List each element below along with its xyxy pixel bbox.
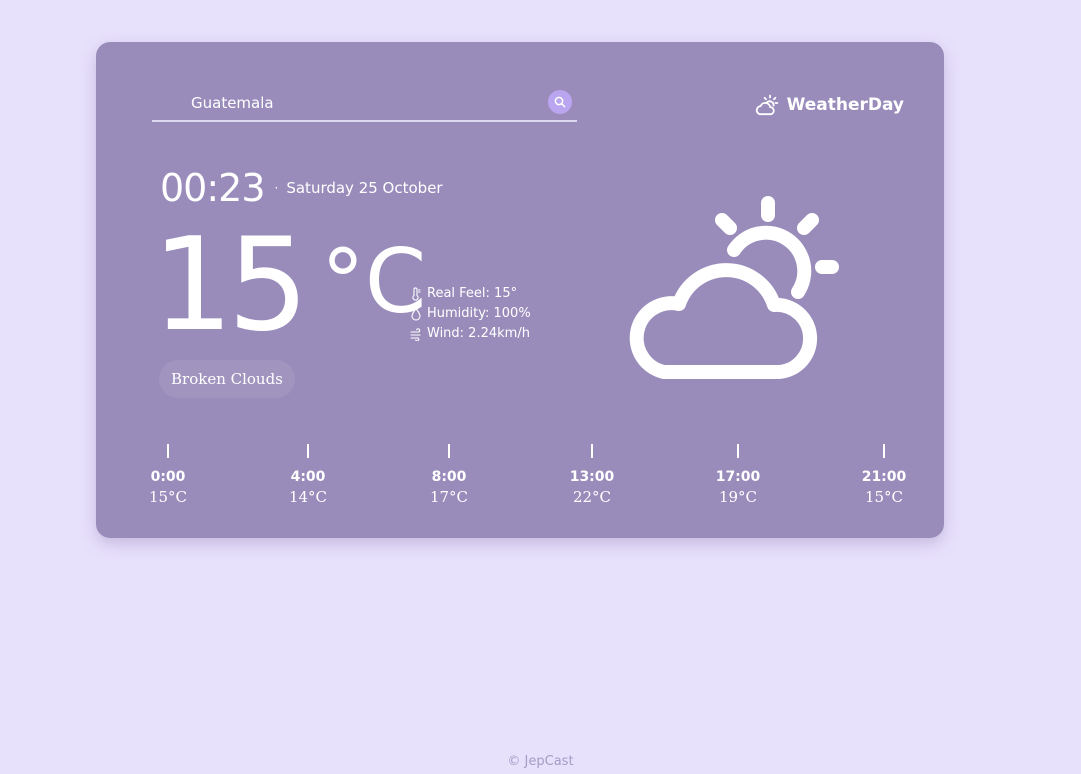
current-temperature: 15 °C bbox=[152, 222, 426, 352]
forecast-time: 21:00 bbox=[861, 469, 907, 485]
partly-cloudy-icon bbox=[629, 196, 839, 379]
forecast-item: 8:00 17°C bbox=[409, 444, 489, 508]
forecast-temp: 19°C bbox=[718, 488, 758, 506]
forecast-tick bbox=[167, 444, 169, 458]
forecast-tick bbox=[737, 444, 739, 458]
forecast-time: 8:00 bbox=[431, 469, 467, 485]
search-input[interactable] bbox=[191, 92, 531, 114]
forecast-temp: 17°C bbox=[429, 488, 469, 506]
datetime: 00:23 · Saturday 25 October bbox=[160, 166, 443, 210]
search-bar bbox=[152, 86, 577, 122]
search-icon bbox=[554, 96, 566, 108]
current-time: 00:23 bbox=[160, 166, 266, 210]
humidity-row: Humidity: 100% bbox=[410, 304, 531, 324]
forecast-item: 21:00 15°C bbox=[844, 444, 924, 508]
droplet-icon bbox=[411, 307, 421, 321]
wind-row: Wind: 2.24km/h bbox=[410, 324, 531, 344]
forecast-item: 17:00 19°C bbox=[698, 444, 778, 508]
hourly-forecast: 0:00 15°C 4:00 14°C 8:00 17°C 13:00 22°C… bbox=[96, 444, 944, 514]
weather-card: WeatherDay 00:23 · Saturday 25 October 1… bbox=[96, 42, 944, 538]
forecast-temp: 15°C bbox=[864, 488, 904, 506]
forecast-time: 0:00 bbox=[150, 469, 186, 485]
forecast-item: 4:00 14°C bbox=[268, 444, 348, 508]
forecast-temp: 22°C bbox=[572, 488, 612, 506]
forecast-item: 0:00 15°C bbox=[128, 444, 208, 508]
forecast-time: 13:00 bbox=[569, 469, 615, 485]
thermometer-icon bbox=[412, 287, 421, 301]
sun-cloud-icon bbox=[755, 94, 778, 116]
current-date: Saturday 25 October bbox=[286, 179, 443, 197]
real-feel-text: Real Feel: 15° bbox=[427, 286, 518, 301]
brand-name: WeatherDay bbox=[786, 95, 904, 115]
search-button[interactable] bbox=[548, 90, 572, 114]
forecast-time: 17:00 bbox=[715, 469, 761, 485]
condition-badge: Broken Clouds bbox=[159, 360, 295, 398]
forecast-tick bbox=[883, 444, 885, 458]
real-feel-row: Real Feel: 15° bbox=[410, 284, 531, 304]
wind-icon bbox=[410, 328, 421, 341]
separator-dot: · bbox=[274, 181, 279, 195]
forecast-tick bbox=[591, 444, 593, 458]
forecast-temp: 15°C bbox=[148, 488, 188, 506]
forecast-item: 13:00 22°C bbox=[552, 444, 632, 508]
forecast-tick bbox=[307, 444, 309, 458]
forecast-temp: 14°C bbox=[288, 488, 328, 506]
brand-logo: WeatherDay bbox=[755, 92, 904, 118]
footer-credit: © JepCast bbox=[507, 754, 574, 769]
wind-text: Wind: 2.24km/h bbox=[427, 326, 530, 341]
forecast-time: 4:00 bbox=[290, 469, 326, 485]
weather-details: Real Feel: 15° Humidity: 100% Wind: 2.24… bbox=[410, 284, 531, 344]
humidity-text: Humidity: 100% bbox=[427, 306, 531, 321]
temperature-value: 15 bbox=[152, 211, 309, 360]
forecast-tick bbox=[448, 444, 450, 458]
